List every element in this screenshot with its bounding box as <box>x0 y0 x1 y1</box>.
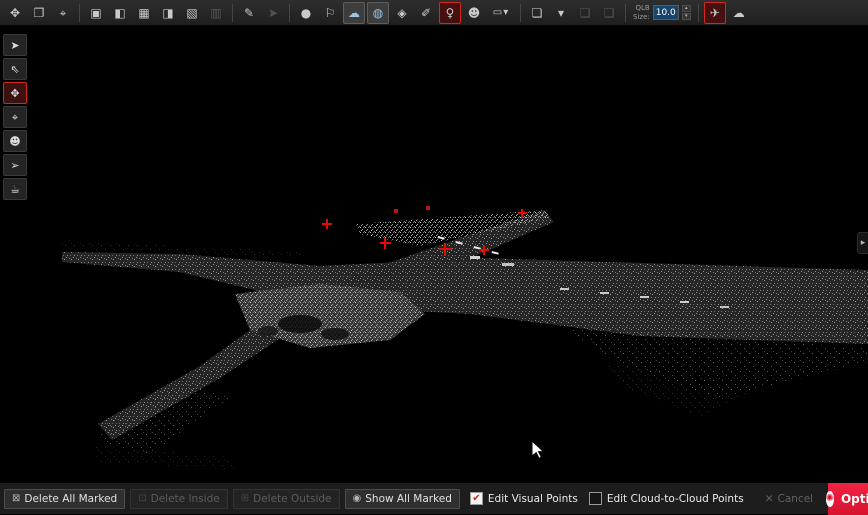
control-point-marker[interactable] <box>518 209 527 218</box>
qlb-increase-button[interactable]: ▴ <box>682 5 691 12</box>
control-point-dot[interactable] <box>394 209 398 213</box>
chevron-right-icon: ▸ <box>861 239 866 248</box>
transform-tool-icon[interactable]: ✥ <box>4 2 26 24</box>
bundle-adjust-icon: ✺ <box>826 491 834 507</box>
point-cloud[interactable] <box>0 26 868 482</box>
cube-measure-icon: ❏ <box>598 2 620 24</box>
globe-icon[interactable]: ◍ <box>367 2 389 24</box>
delete-all-marked-icon: ⊠ <box>12 494 20 504</box>
select-arrow-icon[interactable]: ➤ <box>3 34 27 56</box>
cloud-process-icon[interactable]: ☁ <box>728 2 750 24</box>
qlb-size-control: QLBSize:10.0▴▾ <box>633 4 691 20</box>
toolbar-separator <box>232 4 233 22</box>
zoom-region-icon[interactable]: ⌖ <box>52 2 74 24</box>
delete-all-marked-button[interactable]: ⊠ Delete All Marked <box>4 489 125 509</box>
marker-type-dropdown[interactable]: ▭▾ <box>487 2 515 24</box>
show-all-marked-label: Show All Marked <box>365 493 452 505</box>
camera-icon[interactable]: ▣ <box>85 2 107 24</box>
top-toolbar: ✥❐⌖▣◧▦◨▧▥✎➤●⚐☁◍◈✐♀☻▭▾❏▾❏❏QLBSize:10.0▴▾✈… <box>0 0 868 26</box>
qlb-decrease-button[interactable]: ▾ <box>682 13 691 20</box>
bottom-toolbar: ⊠ Delete All Marked ⊡ Delete Inside ⊞ Delete … <box>0 482 868 514</box>
cancel-label: Cancel <box>778 493 814 505</box>
viewport-3d[interactable]: ➤⇖✥⌖☻➢☕ ▸ <box>0 26 868 482</box>
delete-outside-icon: ⊞ <box>241 494 249 504</box>
quad-view-icon[interactable]: ▧ <box>181 2 203 24</box>
pick-cursor-icon: ➤ <box>262 2 284 24</box>
show-all-marked-icon: ◉ <box>353 494 362 504</box>
pan-move-icon[interactable]: ✥ <box>3 82 27 104</box>
qlb-size-label: QLBSize: <box>633 4 650 20</box>
checkbox-box-icon[interactable]: ✔ <box>470 492 483 505</box>
toolbar-separator <box>698 4 699 22</box>
cube-dropdown-caret-icon[interactable]: ▾ <box>550 2 572 24</box>
control-point-marker[interactable] <box>479 245 489 255</box>
delete-inside-icon: ⊡ <box>138 494 146 504</box>
panel-expander[interactable]: ▸ <box>857 232 868 254</box>
delete-inside-label: Delete Inside <box>151 493 220 505</box>
select-points-icon[interactable]: ⇖ <box>3 58 27 80</box>
edit-visual-points-checkbox[interactable]: ✔ Edit Visual Points <box>470 492 578 505</box>
split-view-icon[interactable]: ◧ <box>109 2 131 24</box>
cancel-button: ✕ Cancel <box>765 493 813 505</box>
edit-visual-points-label: Edit Visual Points <box>488 493 578 505</box>
optimize-bundle-button[interactable]: ✺ Optimize Bundle <box>828 483 868 515</box>
image-pair-icon: ▥ <box>205 2 227 24</box>
cube-tool-icon[interactable]: ❏ <box>526 2 548 24</box>
pane-view-icon[interactable]: ◨ <box>157 2 179 24</box>
toolbar-separator <box>289 4 290 22</box>
location-pin-icon[interactable]: ♀ <box>439 2 461 24</box>
close-icon: ✕ <box>765 493 774 505</box>
control-point-marker[interactable] <box>439 243 452 256</box>
point-cloud-icon[interactable]: ☁ <box>343 2 365 24</box>
grid-view-icon[interactable]: ▦ <box>133 2 155 24</box>
person-view-icon[interactable]: ☻ <box>3 130 27 152</box>
qlb-size-input[interactable]: 10.0 <box>653 5 679 20</box>
control-point-marker[interactable] <box>322 219 332 229</box>
measure-pencil-icon[interactable]: ✎ <box>238 2 260 24</box>
tags-icon[interactable]: ⚐ <box>319 2 341 24</box>
delete-outside-label: Delete Outside <box>253 493 331 505</box>
cube-clip-icon: ❏ <box>574 2 596 24</box>
toolbar-separator <box>520 4 521 22</box>
person-pin-icon[interactable]: ☻ <box>463 2 485 24</box>
sphere-tool-icon[interactable]: ● <box>295 2 317 24</box>
checkbox-box-icon[interactable] <box>589 492 602 505</box>
qlb-label-line2: Size: <box>633 13 650 21</box>
fly-navigation-icon[interactable]: ➢ <box>3 154 27 176</box>
control-point-dot[interactable] <box>426 206 430 210</box>
mouse-cursor <box>531 440 545 460</box>
edit-cloud-to-cloud-checkbox[interactable]: Edit Cloud-to-Cloud Points <box>589 492 744 505</box>
control-point-marker[interactable] <box>380 238 391 249</box>
needle-icon[interactable]: ✐ <box>415 2 437 24</box>
edit-cloud-to-cloud-label: Edit Cloud-to-Cloud Points <box>607 493 744 505</box>
scan-position-icon[interactable]: ⌖ <box>3 106 27 128</box>
paint-select-icon[interactable]: ☕ <box>3 178 27 200</box>
toolbar-separator <box>625 4 626 22</box>
layout-windows-icon[interactable]: ❐ <box>28 2 50 24</box>
process-jet-icon[interactable]: ✈ <box>704 2 726 24</box>
delete-inside-button: ⊡ Delete Inside <box>130 489 228 509</box>
qlb-size-stepper: ▴▾ <box>682 5 691 20</box>
delete-all-marked-label: Delete All Marked <box>24 493 117 505</box>
toolbar-separator <box>79 4 80 22</box>
qlb-label-line1: QLB <box>633 4 650 12</box>
optimize-bundle-label: Optimize Bundle <box>841 492 868 506</box>
prism-icon[interactable]: ◈ <box>391 2 413 24</box>
delete-outside-button: ⊞ Delete Outside <box>233 489 340 509</box>
show-all-marked-button[interactable]: ◉Show All Marked <box>345 489 460 509</box>
left-toolbar: ➤⇖✥⌖☻➢☕ <box>3 34 27 200</box>
